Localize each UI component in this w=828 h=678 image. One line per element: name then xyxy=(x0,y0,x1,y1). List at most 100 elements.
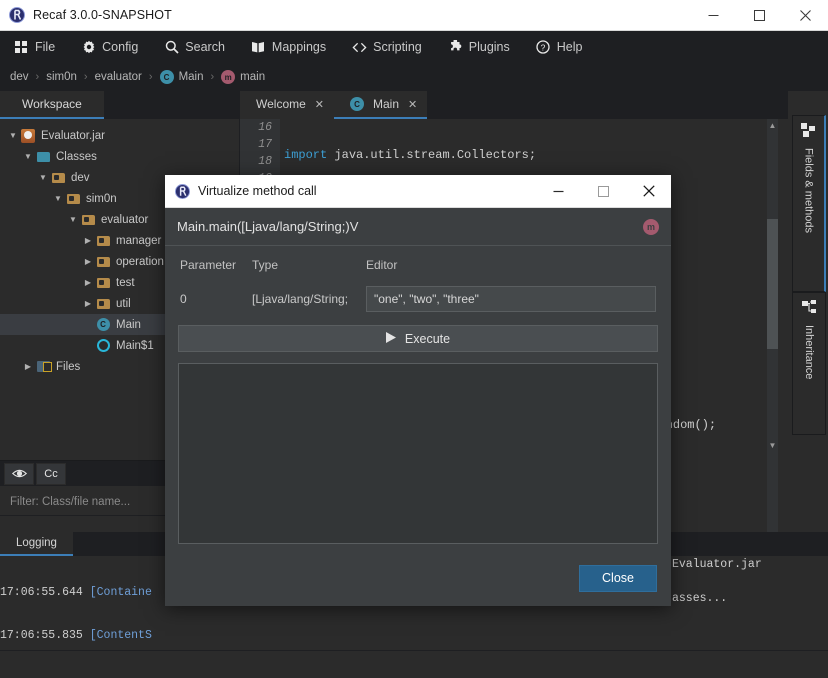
book-icon xyxy=(251,40,266,55)
method-signature: Main.main([Ljava/lang/String;)V xyxy=(177,219,358,234)
table-row: 0 [Ljava/lang/String; xyxy=(180,286,656,312)
breadcrumb-separator: › xyxy=(84,71,88,83)
chevron-right-icon[interactable]: ▶ xyxy=(21,362,35,371)
package-icon xyxy=(95,297,111,311)
execute-button-label: Execute xyxy=(405,332,450,346)
package-icon xyxy=(80,213,96,227)
menu-file[interactable]: File xyxy=(14,31,55,63)
close-dialog-button[interactable]: Close xyxy=(579,565,657,592)
line-number: 16 xyxy=(240,119,280,136)
line-number: 18 xyxy=(240,153,280,170)
dialog-minimize-button[interactable] xyxy=(536,175,581,208)
tree-item-label: Main$1 xyxy=(116,340,154,352)
class-icon: C xyxy=(160,70,174,84)
close-icon[interactable]: ✕ xyxy=(315,98,324,111)
tree-item-label: operation xyxy=(116,256,164,268)
maximize-button[interactable] xyxy=(736,0,782,31)
menu-help[interactable]: ? Help xyxy=(536,31,583,63)
chevron-down-icon[interactable]: ▼ xyxy=(66,215,80,224)
chevron-right-icon[interactable]: ▶ xyxy=(81,278,95,287)
breadcrumb-item-evaluator[interactable]: evaluator xyxy=(95,71,142,83)
menu-plugins[interactable]: Plugins xyxy=(448,31,510,63)
log-overflow-line: Evaluator.jar xyxy=(672,558,762,571)
dialog-maximize-button[interactable] xyxy=(581,175,626,208)
right-tool-tabs: Fields & methods Inheritance xyxy=(792,115,828,475)
svg-text:?: ? xyxy=(541,42,546,52)
parameter-index: 0 xyxy=(180,286,250,312)
close-button[interactable] xyxy=(782,0,828,31)
chevron-down-icon[interactable]: ▼ xyxy=(51,194,65,203)
menu-scripting[interactable]: Scripting xyxy=(352,31,422,63)
window-controls xyxy=(690,0,828,31)
scroll-up-icon[interactable]: ▲ xyxy=(767,119,778,133)
editor-scroll-thumb[interactable] xyxy=(767,219,778,349)
dialog-title: Virtualize method call xyxy=(198,184,317,198)
close-icon[interactable]: ✕ xyxy=(408,98,417,111)
log-overflow-line: asses... xyxy=(672,592,727,605)
tab-main[interactable]: C Main ✕ xyxy=(334,91,427,119)
chevron-right-icon[interactable]: ▶ xyxy=(81,257,95,266)
tree-item-classes[interactable]: ▼ Classes xyxy=(0,146,239,167)
execution-output-area[interactable] xyxy=(178,363,658,544)
dialog-titlebar: Virtualize method call xyxy=(165,175,671,208)
tree-item-label: util xyxy=(116,298,131,310)
log-timestamp: 17:06:55.835 xyxy=(0,629,83,642)
breadcrumb-label: main xyxy=(240,71,265,83)
tab-workspace[interactable]: Workspace xyxy=(0,91,104,119)
chevron-down-icon[interactable]: ▼ xyxy=(36,173,50,182)
tab-inheritance[interactable]: Inheritance xyxy=(792,292,826,435)
breadcrumb-label: evaluator xyxy=(95,71,142,83)
tab-welcome[interactable]: Welcome ✕ xyxy=(240,91,334,119)
dialog-close-button[interactable] xyxy=(626,175,671,208)
search-icon xyxy=(164,40,179,55)
recaf-logo-icon xyxy=(9,7,25,23)
tab-inheritance-label: Inheritance xyxy=(803,325,815,379)
parameter-value-input[interactable] xyxy=(366,286,656,312)
tab-fields-and-methods-label: Fields & methods xyxy=(803,148,815,233)
window-titlebar: Recaf 3.0.0-SNAPSHOT xyxy=(0,0,828,31)
case-sensitivity-toggle[interactable]: Cc xyxy=(36,463,66,485)
breadcrumb-item-main-method[interactable]: m main xyxy=(221,70,265,84)
tab-logging[interactable]: Logging xyxy=(0,532,73,556)
method-icon: m xyxy=(643,219,659,235)
menu-mappings-label: Mappings xyxy=(272,40,326,54)
main-menubar: File Config Search xyxy=(0,31,828,63)
menu-config[interactable]: Config xyxy=(81,31,138,63)
tree-item-label: Main xyxy=(116,319,141,331)
chevron-down-icon[interactable]: ▼ xyxy=(6,131,20,140)
tree-item-label: Files xyxy=(56,361,80,373)
files-icon xyxy=(35,360,51,374)
breadcrumb-item-main-class[interactable]: C Main xyxy=(160,70,204,84)
tree-item-label: Classes xyxy=(56,151,97,163)
tree-item-label: manager xyxy=(116,235,161,247)
execute-button[interactable]: Execute xyxy=(178,325,658,352)
folder-icon xyxy=(35,150,51,164)
menu-search[interactable]: Search xyxy=(164,31,225,63)
package-icon xyxy=(95,255,111,269)
scroll-down-icon[interactable]: ▼ xyxy=(767,439,778,453)
breadcrumb-item-sim0n[interactable]: sim0n xyxy=(46,71,77,83)
interface-icon xyxy=(95,339,111,353)
visibility-toggle[interactable] xyxy=(4,463,34,485)
column-header-type: Type xyxy=(252,258,364,284)
parameter-type: [Ljava/lang/String; xyxy=(252,286,364,312)
breadcrumb-item-dev[interactable]: dev xyxy=(10,71,29,83)
minimize-button[interactable] xyxy=(690,0,736,31)
chevron-right-icon[interactable]: ▶ xyxy=(81,236,95,245)
tab-fields-and-methods[interactable]: Fields & methods xyxy=(792,115,826,292)
class-icon: C xyxy=(350,97,364,111)
parameters-table: Parameter Type Editor 0 [Ljava/lang/Stri… xyxy=(178,256,658,314)
breadcrumb-separator: › xyxy=(211,71,215,83)
menu-file-label: File xyxy=(35,40,55,54)
chevron-down-icon[interactable]: ▼ xyxy=(21,152,35,161)
menu-mappings[interactable]: Mappings xyxy=(251,31,326,63)
table-header-row: Parameter Type Editor xyxy=(180,258,656,284)
tree-item-label: Evaluator.jar xyxy=(41,130,105,142)
breadcrumb-separator: › xyxy=(149,71,153,83)
tree-item-evaluator-jar[interactable]: ▼ Evaluator.jar xyxy=(0,125,239,146)
breadcrumb-label: Main xyxy=(179,71,204,83)
case-sensitivity-label: Cc xyxy=(44,468,57,480)
package-icon xyxy=(65,192,81,206)
chevron-right-icon[interactable]: ▶ xyxy=(81,299,95,308)
grid-icon xyxy=(14,40,29,55)
